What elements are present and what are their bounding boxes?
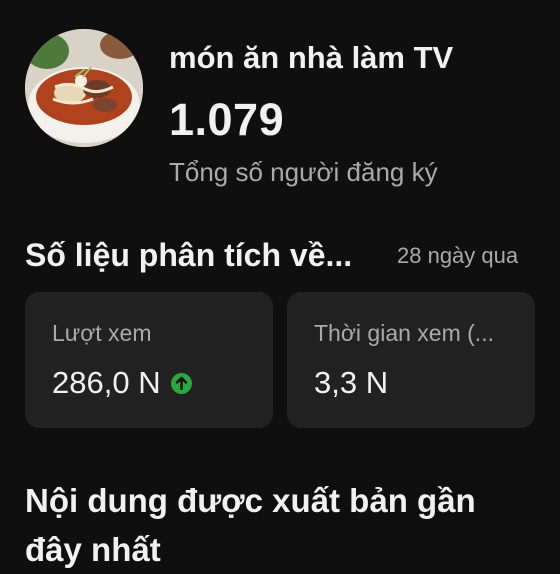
channel-name[interactable]: món ăn nhà làm TV [169, 40, 453, 76]
subscriber-label: Tổng số người đăng ký [169, 157, 438, 187]
watch-time-card[interactable]: Thời gian xem (... 3,3 N [287, 292, 535, 428]
watch-time-label: Thời gian xem (... [314, 320, 494, 346]
recent-content-title: Nội dung được xuất bản gần đây nhất [25, 482, 476, 568]
watch-time-value-row: 3,3 N [314, 365, 535, 401]
channel-avatar[interactable] [25, 29, 143, 147]
arrow-up-icon [170, 372, 192, 394]
views-value: 286,0 N [52, 365, 161, 400]
subscriber-count: 1.079 [169, 94, 285, 145]
watch-time-value: 3,3 N [314, 365, 389, 400]
analytics-title[interactable]: Số liệu phân tích về... [25, 237, 352, 274]
views-card[interactable]: Lượt xem 286,0 N [25, 292, 273, 428]
views-label: Lượt xem [52, 320, 152, 346]
analytics-period: 28 ngày qua [397, 243, 519, 268]
views-value-row: 286,0 N [52, 365, 273, 401]
pho-bowl-avatar-icon [25, 29, 143, 147]
